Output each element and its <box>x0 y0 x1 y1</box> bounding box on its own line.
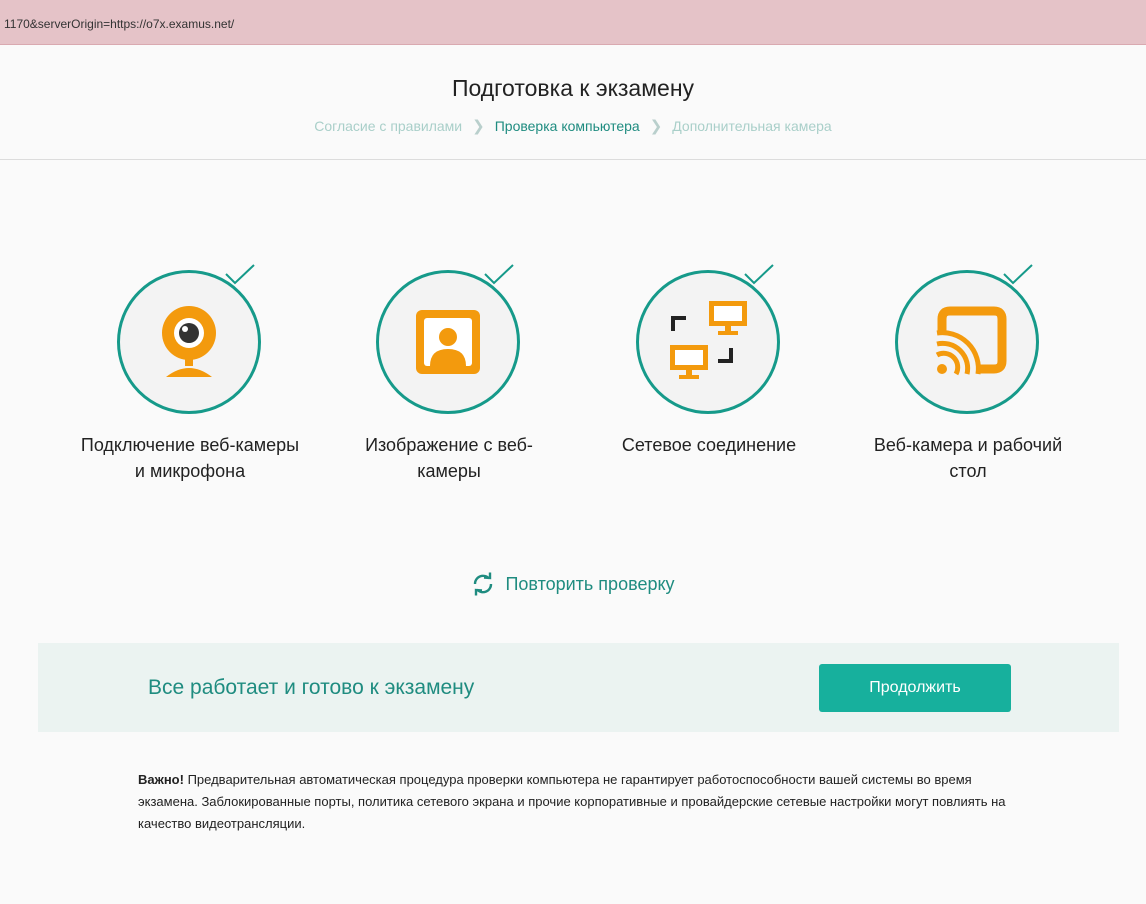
check-label: Изображение с веб-камеры <box>365 435 533 481</box>
check-network-connection: Сетевое соединение <box>594 264 824 520</box>
address-url: 1170&serverOrigin=https://o7x.examus.net… <box>4 17 235 31</box>
ready-message: Все работает и готово к экзамену <box>148 676 475 699</box>
check-webcam-image: Изображение с веб-камеры <box>334 264 564 520</box>
continue-button[interactable]: Продолжить <box>819 664 1011 712</box>
note-bold-label: Важно! <box>138 772 184 787</box>
breadcrumb-item-rules[interactable]: Согласие с правилами <box>314 118 462 134</box>
check-icon-circle <box>117 270 261 414</box>
check-mark-icon <box>484 264 514 285</box>
breadcrumb: Согласие с правилами ❯ Проверка компьюте… <box>0 117 1146 135</box>
check-label: Веб-камера и рабочий стол <box>873 435 1063 481</box>
address-bar[interactable]: 1170&serverOrigin=https://o7x.examus.net… <box>0 0 1146 45</box>
page-title: Подготовка к экзамену <box>451 75 695 101</box>
check-mark-icon <box>744 264 774 285</box>
refresh-icon <box>474 572 493 596</box>
retry-label: Повторить проверку <box>505 573 675 594</box>
check-label: Сетевое соединение <box>621 435 797 455</box>
webcam-icon <box>162 306 216 377</box>
check-webcam-desktop: Веб-камера и рабочий стол <box>853 264 1083 520</box>
screencast-icon <box>935 306 1007 376</box>
page-header: Подготовка к экзамену Согласие с правила… <box>0 45 1146 160</box>
chevron-right-icon: ❯ <box>649 118 663 135</box>
note-text: Предварительная автоматическая процедура… <box>138 772 1006 831</box>
check-label: Подключение веб-камеры и микрофона <box>80 435 300 481</box>
breadcrumb-item-computer-check: Проверка компьютера <box>494 118 640 134</box>
network-computers-icon <box>670 301 747 379</box>
breadcrumb-item-extra-camera: Дополнительная камера <box>672 118 832 134</box>
check-mark-icon <box>225 264 255 285</box>
check-mark-icon <box>1003 264 1033 285</box>
check-icon-circle <box>376 270 520 414</box>
important-note: Важно! Предварительная автоматическая пр… <box>138 769 1018 835</box>
retry-check-link[interactable]: Повторить проверку <box>0 572 1146 596</box>
ready-panel: Все работает и готово к экзамену Продолж… <box>38 643 1119 732</box>
chevron-right-icon: ❯ <box>472 118 485 135</box>
check-icon-circle <box>636 270 780 414</box>
check-icon-circle <box>895 270 1039 414</box>
check-webcam-microphone: Подключение веб-камеры и микрофона <box>75 264 305 520</box>
user-portrait-icon <box>416 310 480 374</box>
